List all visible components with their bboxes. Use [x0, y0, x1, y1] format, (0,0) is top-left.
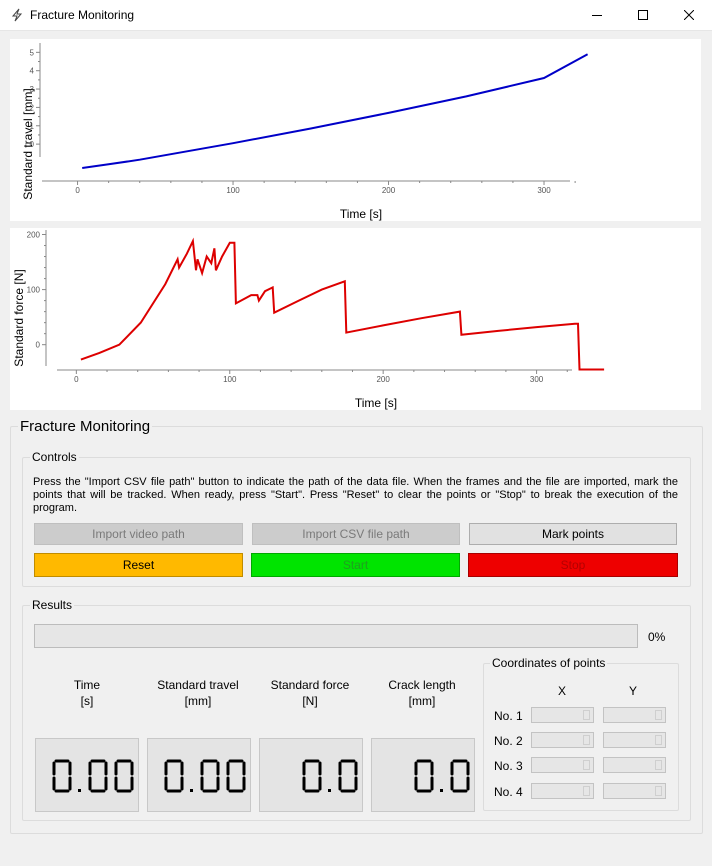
results-label: Results	[30, 598, 75, 612]
import-video-button[interactable]: Import video path	[34, 523, 243, 545]
close-icon	[684, 10, 694, 20]
y-tick-label: 4	[30, 67, 35, 76]
y-tick-label: 3	[30, 85, 35, 94]
coord-row-label: No. 3	[494, 759, 523, 773]
lcd-dot	[440, 789, 443, 792]
force-label: Standard force [N]	[258, 677, 362, 709]
travel-label-text: Standard travel	[157, 678, 239, 692]
coordinates-label: Coordinates of points	[490, 656, 608, 670]
lcd-dot	[328, 789, 331, 792]
point3-y-field[interactable]	[603, 757, 666, 773]
import-csv-button[interactable]: Import CSV file path	[252, 523, 460, 545]
crack-lcd	[371, 738, 475, 812]
travel-unit: [mm]	[184, 694, 212, 708]
coord-row-label: No. 2	[494, 734, 523, 748]
maximize-icon	[638, 10, 648, 20]
y-tick-label: 0	[36, 341, 41, 350]
coord-x-header: X	[558, 684, 567, 698]
x-tick-label: 100	[226, 186, 240, 195]
crack-lcd-display	[414, 759, 470, 793]
point2-y-field[interactable]	[603, 732, 666, 748]
force-lcd	[259, 738, 363, 812]
spin-arrows-icon	[655, 760, 662, 770]
crack-label: Crack length [mm]	[370, 677, 474, 709]
window-title: Fracture Monitoring	[30, 8, 135, 22]
time-label-text: Time	[73, 678, 101, 692]
point2-x-field[interactable]	[531, 732, 594, 748]
y-tick-label: 0	[30, 140, 35, 149]
y-tick-label: 100	[27, 286, 41, 295]
coord-row-label: No. 1	[494, 709, 523, 723]
progress-bar	[34, 624, 638, 648]
force-series-line	[80, 237, 605, 371]
travel-lcd-display	[164, 759, 246, 793]
time-unit: [s]	[80, 694, 94, 708]
point1-x-field[interactable]	[531, 707, 594, 723]
travel-label: Standard travel [mm]	[146, 677, 250, 709]
crack-label-text: Crack length	[388, 678, 456, 692]
maximize-button[interactable]	[620, 0, 666, 30]
spin-arrows-icon	[583, 735, 590, 745]
title-bar: Fracture Monitoring	[0, 0, 712, 31]
start-button[interactable]: Start	[251, 553, 460, 577]
point3-x-field[interactable]	[531, 757, 594, 773]
minimize-icon	[592, 15, 602, 16]
force-chart-svg: Standard force [N] Time [s] 0 100 200 300 0 1…	[12, 230, 605, 410]
crack-unit: [mm]	[408, 694, 436, 708]
coord-row-label: No. 4	[494, 785, 523, 799]
travel-chart-svg: Standard travel [mm] Time [s] 0 100 200 300…	[21, 43, 589, 221]
point4-y-field[interactable]	[603, 783, 666, 799]
force-unit: [N]	[302, 694, 318, 708]
reset-button[interactable]: Reset	[34, 553, 243, 577]
point4-x-field[interactable]	[531, 783, 594, 799]
x-tick-label: 100	[223, 375, 237, 384]
force-label-text: Standard force	[270, 678, 350, 692]
force-chart: Standard force [N] Time [s] 0 100 200 300 0 1…	[10, 228, 701, 410]
y-tick-label: 1	[30, 122, 35, 131]
stop-button[interactable]: Stop	[468, 553, 678, 577]
x-tick-label: 0	[75, 186, 80, 195]
x-tick-label: 300	[537, 186, 551, 195]
point1-y-field[interactable]	[603, 707, 666, 723]
travel-chart: Standard travel [mm] Time [s] 0 100 200 300…	[10, 39, 701, 221]
spin-arrows-icon	[583, 760, 590, 770]
x-tick-label: 0	[74, 375, 79, 384]
lcd-dot	[78, 789, 81, 792]
spin-arrows-icon	[583, 786, 590, 796]
y-tick-label: 5	[30, 48, 35, 57]
controls-description: Press the "Import CSV file path" button …	[33, 476, 678, 514]
coord-y-header: Y	[629, 684, 638, 698]
force-ylabel: Standard force [N]	[12, 269, 26, 366]
controls-label: Controls	[30, 450, 79, 464]
x-tick-label: 200	[382, 186, 396, 195]
x-tick-label: 200	[376, 375, 390, 384]
y-tick-label: 2	[30, 103, 35, 112]
time-lcd	[35, 738, 139, 812]
minimize-button[interactable]	[574, 0, 620, 30]
force-xlabel: Time [s]	[355, 396, 397, 410]
y-tick-label: 200	[27, 231, 41, 240]
travel-xlabel: Time [s]	[340, 207, 382, 221]
spin-arrows-icon	[583, 710, 590, 720]
lcd-dot	[190, 789, 193, 792]
close-button[interactable]	[666, 0, 712, 30]
time-label: Time [s]	[35, 677, 139, 709]
mark-points-button[interactable]: Mark points	[469, 523, 677, 545]
time-lcd-display	[52, 759, 134, 793]
x-tick-label: 300	[530, 375, 544, 384]
spin-arrows-icon	[655, 786, 662, 796]
spin-arrows-icon	[655, 710, 662, 720]
progress-percent: 0%	[648, 630, 666, 644]
force-lcd-display	[302, 759, 358, 793]
app-icon	[11, 8, 23, 22]
panel-title: Fracture Monitoring	[18, 418, 153, 435]
travel-lcd	[147, 738, 251, 812]
travel-series-line	[82, 53, 589, 169]
spin-arrows-icon	[655, 735, 662, 745]
